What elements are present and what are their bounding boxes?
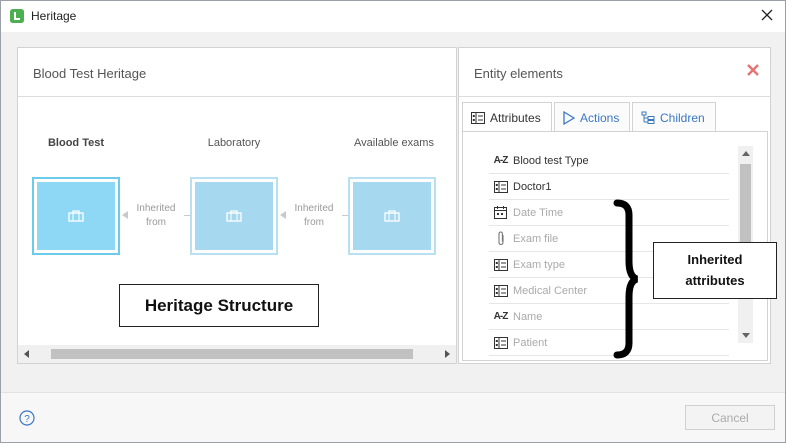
heritage-panel: Blood Test Heritage Blood Test Laborator… bbox=[17, 47, 457, 364]
dialog-footer bbox=[1, 392, 785, 442]
scroll-right-icon[interactable] bbox=[445, 350, 450, 358]
horizontal-scrollbar[interactable] bbox=[18, 345, 456, 363]
title-bar: Heritage bbox=[1, 1, 785, 32]
entity-icon bbox=[491, 284, 510, 298]
attribute-name: Blood test Type bbox=[513, 154, 589, 167]
tab-actions[interactable]: Actions bbox=[554, 102, 630, 132]
tab-children[interactable]: Children bbox=[632, 102, 716, 132]
hierarchy-icon bbox=[641, 111, 655, 124]
app-logo-icon bbox=[10, 9, 24, 23]
curly-brace-icon bbox=[613, 199, 639, 359]
scroll-left-icon[interactable] bbox=[24, 350, 29, 358]
attribute-name: Name bbox=[513, 310, 543, 323]
entity-icon bbox=[491, 180, 510, 194]
attribute-name: Exam type bbox=[513, 258, 565, 271]
entity-box-icon bbox=[68, 210, 84, 222]
heritage-dialog: Heritage Blood Test Heritage Blood Test … bbox=[0, 0, 786, 443]
tab-children-label: Children bbox=[660, 110, 705, 125]
heritage-structure-callout: Heritage Structure bbox=[119, 284, 319, 327]
cancel-button[interactable]: Cancel bbox=[685, 405, 775, 430]
attribute-name: Exam file bbox=[513, 232, 559, 245]
close-icon[interactable] bbox=[759, 7, 775, 23]
dialog-body: Blood Test Heritage Blood Test Laborator… bbox=[1, 32, 785, 392]
heritage-panel-title: Blood Test Heritage bbox=[33, 66, 147, 81]
scroll-thumb[interactable] bbox=[51, 349, 413, 359]
entity-icon bbox=[491, 336, 510, 350]
calendar-icon bbox=[491, 206, 510, 220]
scroll-up-icon[interactable] bbox=[742, 151, 750, 156]
inherited-attributes-callout: Inherited attributes bbox=[653, 242, 777, 299]
heritage-node-laboratory[interactable] bbox=[190, 177, 278, 255]
entity-elements-header: Entity elements bbox=[459, 48, 770, 97]
az-icon: A-Z bbox=[493, 155, 509, 166]
attachment-icon bbox=[491, 231, 510, 246]
entity-elements-title: Entity elements bbox=[474, 66, 563, 81]
node-label-available-exams: Available exams bbox=[354, 137, 434, 149]
entity-box-icon bbox=[226, 210, 242, 222]
attribute-name: Medical Center bbox=[513, 284, 587, 297]
scroll-thumb[interactable] bbox=[740, 164, 751, 246]
window-title: Heritage bbox=[31, 9, 77, 23]
attribute-name: Date Time bbox=[513, 206, 564, 219]
heritage-panel-header: Blood Test Heritage bbox=[18, 48, 456, 97]
attribute-row[interactable]: A-Z Blood test Type bbox=[489, 148, 729, 174]
heritage-node-available-exams[interactable] bbox=[348, 177, 436, 255]
remove-icon[interactable] bbox=[746, 63, 760, 77]
attribute-name: Patient bbox=[513, 336, 548, 349]
entity-box-icon bbox=[384, 210, 400, 222]
entity-icon bbox=[491, 258, 510, 272]
attribute-row[interactable]: Doctor1 bbox=[489, 174, 729, 200]
scroll-down-icon[interactable] bbox=[742, 333, 750, 338]
tab-attributes-label: Attributes bbox=[490, 110, 541, 125]
attributes-icon bbox=[471, 111, 485, 124]
play-icon bbox=[563, 110, 575, 125]
inherit-label: Inherited from bbox=[128, 202, 184, 230]
entity-tabs: Attributes Actions Children bbox=[462, 102, 768, 132]
tab-attributes[interactable]: Attributes bbox=[462, 102, 552, 132]
attribute-name: Doctor1 bbox=[513, 180, 552, 193]
az-icon: A-Z bbox=[493, 311, 509, 322]
inherit-label: Inherited from bbox=[286, 202, 342, 230]
tab-actions-label: Actions bbox=[580, 110, 620, 125]
node-label-blood-test: Blood Test bbox=[47, 137, 104, 149]
heritage-node-blood-test[interactable] bbox=[32, 177, 120, 255]
help-icon[interactable]: ? bbox=[19, 410, 35, 426]
node-label-laboratory: Laboratory bbox=[207, 137, 261, 149]
svg-text:?: ? bbox=[24, 414, 30, 425]
